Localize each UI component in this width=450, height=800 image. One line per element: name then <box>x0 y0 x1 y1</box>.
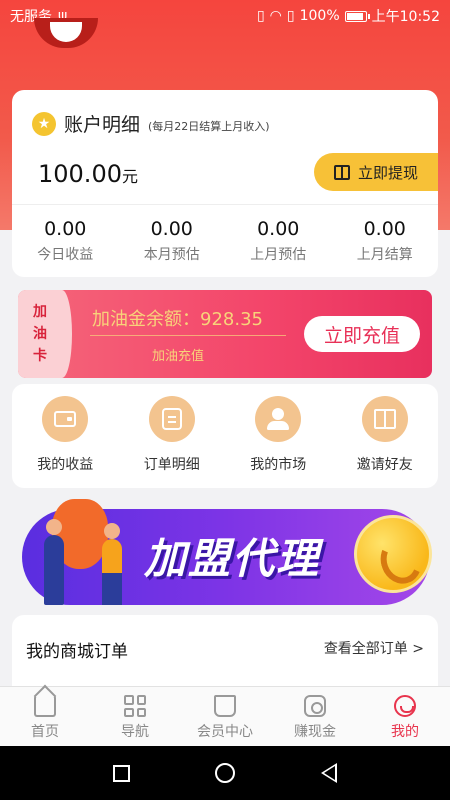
battery-percent: 100% <box>299 8 340 24</box>
banner-text: 加盟代理 <box>144 534 321 583</box>
sim-icon: ▯ <box>286 8 295 24</box>
stats-row: 0.00 今日收益 0.00 本月预估 0.00 上月预估 0.00 上月结算 <box>12 218 438 264</box>
account-subtitle: (每月22日结算上月收入) <box>148 119 270 133</box>
stat-value: 0.00 <box>150 218 193 240</box>
fuel-recharge-label: 加油充值 <box>152 349 205 364</box>
coin-icon <box>304 695 326 717</box>
battery-icon <box>344 10 370 22</box>
wallet-icon <box>54 411 77 427</box>
stat-this-month[interactable]: 0.00 本月预估 <box>119 218 226 264</box>
tab-label: 赚现金 <box>294 724 336 740</box>
tab-earn-cash[interactable]: 赚现金 <box>270 687 360 746</box>
tab-navigation[interactable]: 导航 <box>90 687 180 746</box>
quick-menu: 我的收益 订单明细 我的市场 邀请好友 <box>12 384 438 488</box>
recharge-button[interactable]: 立即充值 <box>304 316 420 352</box>
menu-my-earnings[interactable]: 我的收益 <box>12 384 119 488</box>
tab-home[interactable]: 首页 <box>0 687 90 746</box>
bottom-tab-bar: 首页 导航 会员中心 赚现金 我的 <box>0 686 450 746</box>
person-illustration <box>102 523 122 605</box>
tab-me[interactable]: 我的 <box>360 687 450 746</box>
tab-label: 首页 <box>31 724 59 740</box>
profile-icon <box>394 695 416 717</box>
account-card: ★ 账户明细 (每月22日结算上月收入) 100.00元 立即提现 0.00 今… <box>12 90 438 277</box>
home-icon <box>34 695 56 717</box>
fuel-card-tag: 加 油 卡 <box>18 290 72 378</box>
menu-invite-friends[interactable]: 邀请好友 <box>332 384 439 488</box>
tab-label: 会员中心 <box>197 724 253 740</box>
menu-order-details[interactable]: 订单明细 <box>119 384 226 488</box>
clock: 上午10:52 <box>371 9 440 25</box>
menu-my-market[interactable]: 我的市场 <box>225 384 332 488</box>
stat-label: 上月预估 <box>250 247 307 263</box>
balance-unit: 元 <box>121 167 138 186</box>
fuel-tag-char: 油 <box>33 326 47 342</box>
menu-label: 我的市场 <box>250 457 307 473</box>
orders-title: 我的商城订单 <box>26 642 128 662</box>
stat-last-month-estimate[interactable]: 0.00 上月预估 <box>225 218 332 264</box>
menu-label: 邀请好友 <box>356 457 413 473</box>
recents-button[interactable] <box>112 764 130 782</box>
stat-value: 0.00 <box>44 218 87 240</box>
system-nav-bar <box>0 746 450 800</box>
stat-label: 上月结算 <box>356 247 413 263</box>
withdraw-label: 立即提现 <box>357 163 418 182</box>
gift-icon <box>333 164 350 180</box>
back-button[interactable] <box>321 763 338 783</box>
mall-orders-card: 我的商城订单 查看全部订单 > <box>12 615 438 695</box>
fuel-tag-char: 加 <box>33 304 47 320</box>
join-agent-banner[interactable]: 加盟代理 <box>22 499 432 605</box>
document-icon <box>161 408 182 430</box>
account-title: 账户明细 <box>64 114 141 136</box>
fuel-balance: 加油金余额：928.35 <box>92 309 263 330</box>
fuel-card[interactable]: 加 油 卡 加油金余额：928.35 加油充值 立即充值 <box>18 290 432 378</box>
stat-label: 今日收益 <box>37 247 94 263</box>
phone-icon <box>354 515 432 593</box>
crown-icon <box>214 695 236 717</box>
star-icon: ★ <box>32 111 56 136</box>
divider <box>12 204 438 205</box>
stat-today[interactable]: 0.00 今日收益 <box>12 218 119 264</box>
stat-value: 0.00 <box>363 218 406 240</box>
balance-value: 100.00 <box>38 160 122 188</box>
tab-label: 导航 <box>121 724 149 740</box>
menu-label: 订单明细 <box>143 457 200 473</box>
fuel-divider <box>90 335 286 336</box>
wifi-icon: ◠ <box>269 8 282 24</box>
tab-label: 我的 <box>391 724 419 740</box>
stat-label: 本月预估 <box>143 247 200 263</box>
fuel-tag-char: 卡 <box>33 348 47 364</box>
stat-value: 0.00 <box>257 218 300 240</box>
gift-icon <box>373 409 396 429</box>
person-illustration <box>44 519 64 605</box>
vibrate-icon: ▯ <box>256 8 265 24</box>
account-balance: 100.00元 <box>38 160 138 188</box>
stat-last-month-settled[interactable]: 0.00 上月结算 <box>332 218 439 264</box>
withdraw-button[interactable]: 立即提现 <box>314 153 438 191</box>
people-icon <box>266 408 290 430</box>
tab-member-center[interactable]: 会员中心 <box>180 687 270 746</box>
menu-label: 我的收益 <box>37 457 94 473</box>
home-button[interactable] <box>215 763 236 783</box>
view-all-orders-link[interactable]: 查看全部订单 > <box>324 638 424 658</box>
grid-icon <box>124 695 146 717</box>
